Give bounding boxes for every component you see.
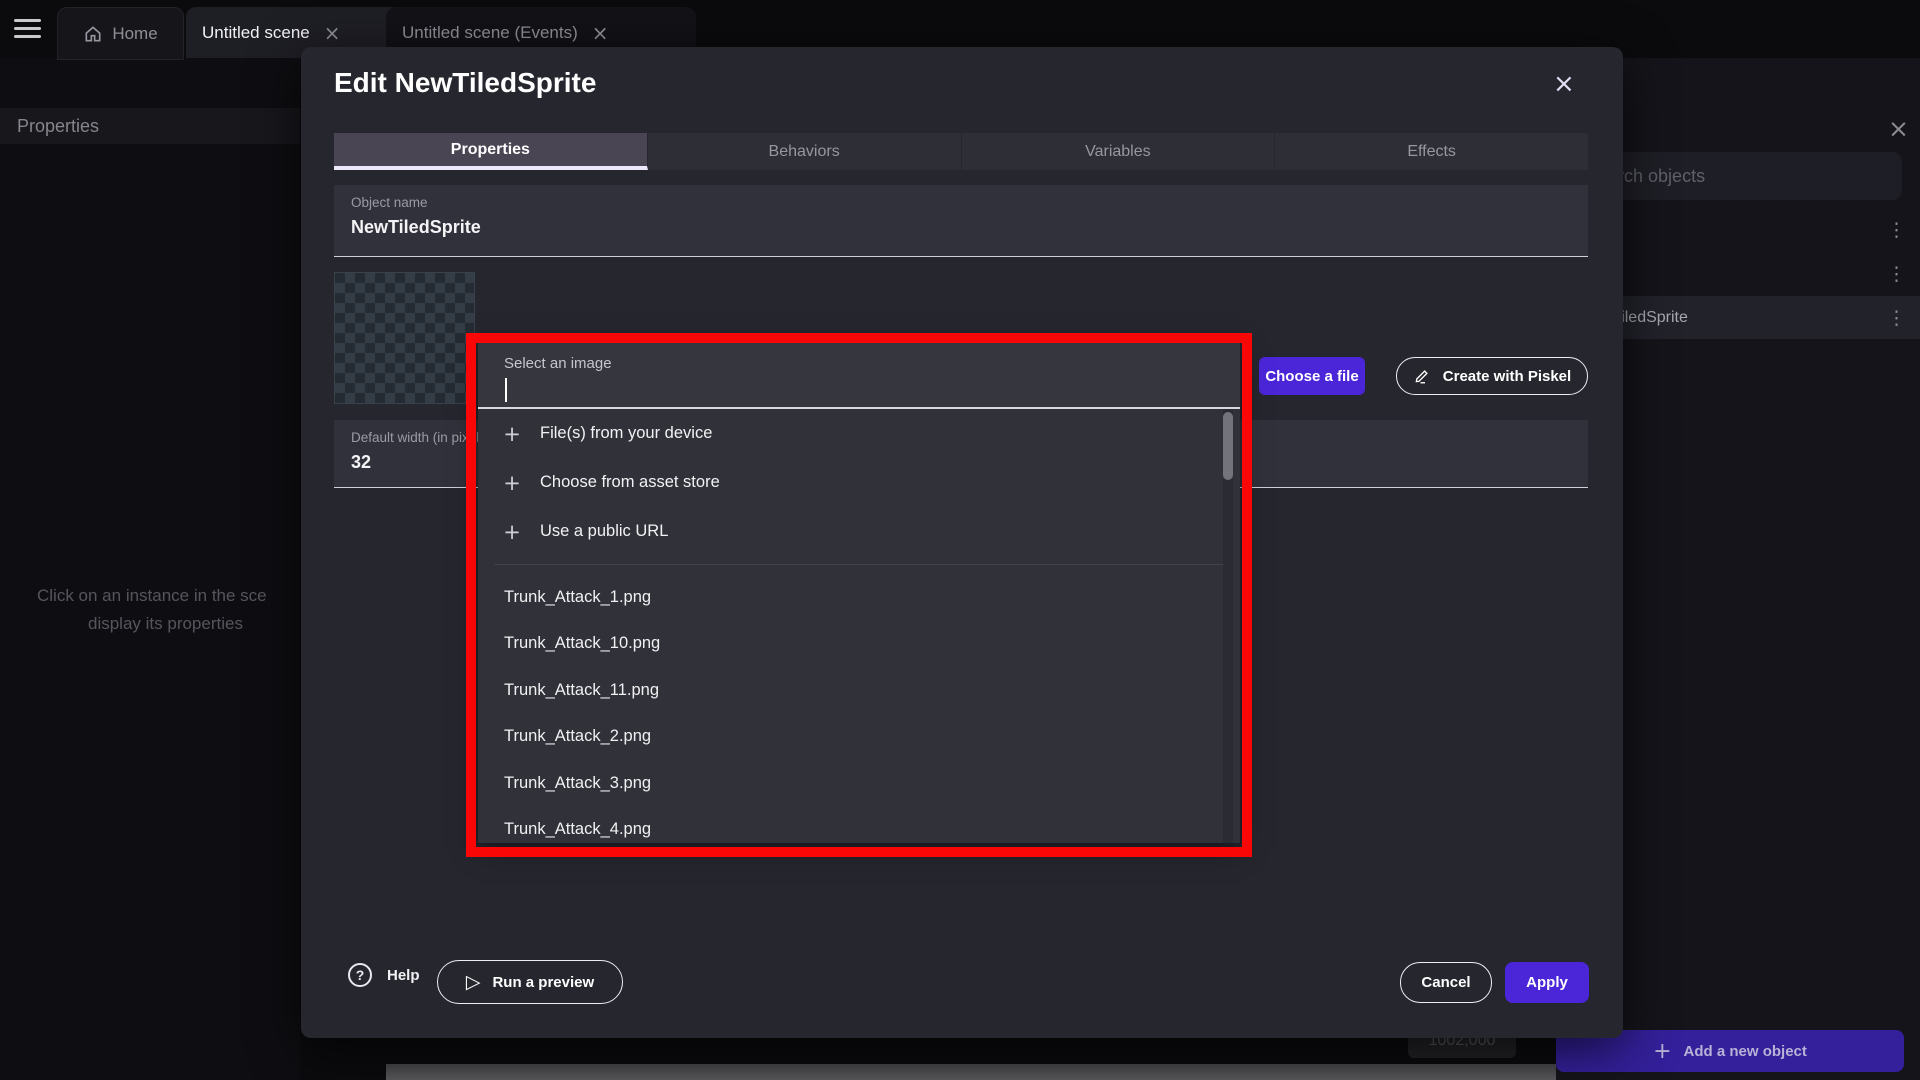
tab-variables[interactable]: Variables: [962, 133, 1276, 170]
select-image-label: Select an image: [504, 355, 612, 372]
file-option[interactable]: Trunk_Attack_10.png: [478, 621, 1240, 668]
option-use-public-url[interactable]: + Use a public URL: [478, 507, 1240, 556]
tab-effects[interactable]: Effects: [1275, 133, 1588, 170]
tab-close-icon[interactable]: ×: [592, 23, 609, 43]
dialog-title: Edit NewTiledSprite: [334, 67, 596, 99]
options-divider: [494, 564, 1224, 565]
cancel-button[interactable]: Cancel: [1400, 962, 1492, 1003]
properties-panel-header: Properties: [0, 108, 300, 144]
help-label: Help: [387, 967, 420, 984]
kebab-menu-icon[interactable]: ⋮: [1887, 263, 1906, 285]
help-icon: ?: [348, 963, 372, 987]
properties-panel: Properties: [0, 58, 300, 1080]
default-width-label: Default width (in pixels): [351, 430, 491, 445]
hamburger-menu-icon[interactable]: [14, 19, 41, 39]
kebab-menu-icon[interactable]: ⋮: [1887, 307, 1906, 329]
option-files-from-device[interactable]: + File(s) from your device: [478, 409, 1240, 458]
apply-button[interactable]: Apply: [1505, 962, 1589, 1003]
tab-untitled-scene-label: Untitled scene: [202, 23, 310, 43]
popover-scrollbar-thumb[interactable]: [1223, 412, 1233, 480]
home-icon: [83, 24, 103, 44]
option-choose-from-asset-store[interactable]: + Choose from asset store: [478, 458, 1240, 507]
object-name-field[interactable]: Object name NewTiledSprite: [334, 185, 1588, 257]
add-new-object-label: Add a new object: [1684, 1043, 1807, 1060]
tab-properties[interactable]: Properties: [334, 133, 648, 170]
dialog-close-icon[interactable]: ×: [1553, 69, 1575, 99]
run-a-preview-button[interactable]: ▷ Run a preview: [437, 960, 623, 1004]
plus-icon: +: [502, 422, 522, 446]
tab-untitled-scene-events-label: Untitled scene (Events): [402, 23, 578, 43]
tab-close-icon[interactable]: ×: [324, 23, 341, 43]
run-a-preview-label: Run a preview: [492, 974, 594, 991]
help-button[interactable]: ? Help: [348, 963, 420, 987]
file-option[interactable]: Trunk_Attack_1.png: [478, 574, 1240, 621]
create-with-piskel-label: Create with Piskel: [1443, 368, 1571, 385]
app-root: Home Untitled scene × Untitled scene (Ev…: [0, 0, 1920, 1080]
plus-icon: +: [1653, 1039, 1671, 1064]
select-image-popover: Select an image + File(s) from your devi…: [478, 343, 1240, 843]
file-option[interactable]: Trunk_Attack_3.png: [478, 760, 1240, 807]
pencil-icon: [1413, 367, 1431, 385]
select-image-options: + File(s) from your device + Choose from…: [478, 409, 1240, 843]
file-option[interactable]: Trunk_Attack_4.png: [478, 807, 1240, 844]
tab-behaviors[interactable]: Behaviors: [648, 133, 962, 170]
properties-panel-title: Properties: [17, 116, 99, 137]
tab-home-label: Home: [112, 24, 157, 44]
dialog-tab-bar: Properties Behaviors Variables Effects: [334, 133, 1588, 170]
object-name-label: Object name: [351, 195, 428, 210]
select-image-field[interactable]: Select an image: [478, 343, 1240, 409]
file-option[interactable]: Trunk_Attack_2.png: [478, 714, 1240, 761]
option-label: Use a public URL: [540, 522, 668, 541]
option-label: Choose from asset store: [540, 473, 720, 492]
file-option[interactable]: Trunk_Attack_11.png: [478, 667, 1240, 714]
select-image-input[interactable]: [504, 377, 1108, 405]
object-name-value[interactable]: NewTiledSprite: [351, 217, 481, 238]
plus-icon: +: [502, 471, 522, 495]
sprite-transparent-preview: [334, 272, 475, 404]
text-caret: [505, 378, 507, 402]
plus-icon: +: [502, 520, 522, 544]
tab-home[interactable]: Home: [57, 7, 184, 60]
play-icon: ▷: [466, 971, 481, 993]
properties-empty-text-line1: Click on an instance in the sce: [37, 586, 267, 606]
create-with-piskel-button[interactable]: Create with Piskel: [1396, 357, 1588, 395]
kebab-menu-icon[interactable]: ⋮: [1887, 219, 1906, 241]
properties-empty-text-line2: display its properties: [88, 614, 243, 634]
choose-a-file-button[interactable]: Choose a file: [1259, 357, 1365, 395]
default-width-value[interactable]: 32: [351, 452, 371, 473]
option-label: File(s) from your device: [540, 424, 712, 443]
close-panel-icon[interactable]: ×: [1888, 116, 1909, 141]
